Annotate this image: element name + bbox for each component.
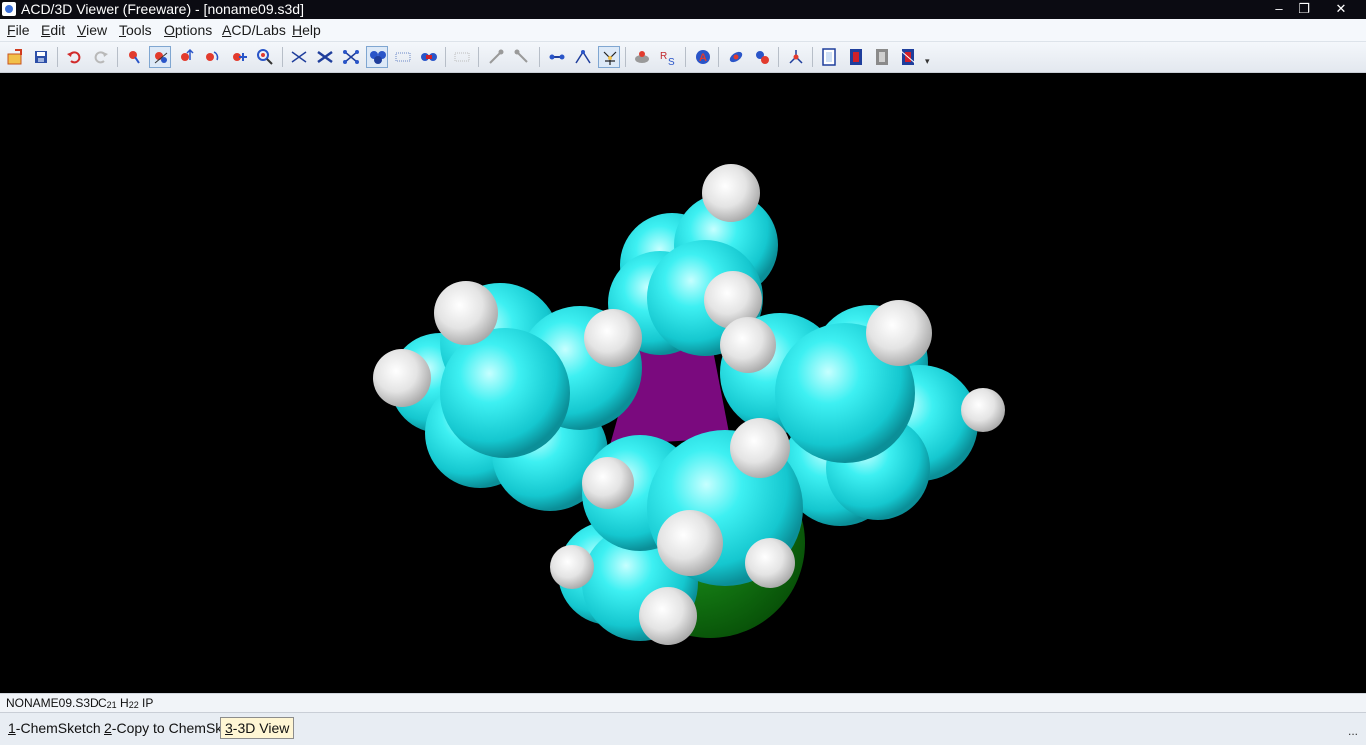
measure-icon[interactable]: [485, 46, 507, 68]
hydrogen-atom: [730, 418, 790, 478]
window-title: ACD/3D Viewer (Freeware) - [noname09.s3d…: [21, 1, 304, 17]
undo-icon[interactable]: [63, 46, 85, 68]
atom-label-icon[interactable]: A: [692, 46, 714, 68]
menu-options[interactable]: Options: [164, 22, 212, 39]
move-icon[interactable]: [175, 46, 197, 68]
rs-label-icon[interactable]: RS: [657, 46, 679, 68]
rotate-icon[interactable]: [123, 46, 145, 68]
restore-button[interactable]: ❐: [1291, 0, 1317, 19]
menu-file[interactable]: File: [7, 22, 30, 39]
title-bar: ACD/3D Viewer (Freeware) - [noname09.s3d…: [0, 0, 1366, 19]
torsion-icon[interactable]: [598, 46, 620, 68]
svg-text:A: A: [699, 52, 707, 64]
hydrogen-atom: [720, 317, 776, 373]
wireframe-icon[interactable]: [288, 46, 310, 68]
hydrogen-atom: [373, 349, 431, 407]
toolbar: RS A ▾: [0, 42, 1366, 73]
rotate-z-icon[interactable]: [149, 46, 171, 68]
tab-copy-to-chemsketch[interactable]: 2-Copy to ChemSk: [100, 717, 226, 739]
hydrogen-atom: [550, 545, 594, 589]
dots-icon[interactable]: [392, 46, 414, 68]
minimize-button[interactable]: ‒: [1266, 0, 1292, 19]
zoom-window-icon[interactable]: [254, 46, 276, 68]
menu-acdlabs[interactable]: ACD/Labs: [222, 22, 286, 39]
open-icon[interactable]: [4, 46, 26, 68]
grayed-icon[interactable]: [451, 46, 473, 68]
menu-edit[interactable]: Edit: [41, 22, 65, 39]
hydrogen-atom: [657, 510, 723, 576]
add-atom-icon[interactable]: [228, 46, 250, 68]
angle-icon[interactable]: [572, 46, 594, 68]
molecule-viewport[interactable]: [0, 73, 1366, 693]
carbon-atom: [440, 328, 570, 458]
ball-stick-icon[interactable]: [340, 46, 362, 68]
app-icon[interactable]: [2, 2, 16, 16]
zoom-icon[interactable]: [201, 46, 223, 68]
menu-help[interactable]: Help: [292, 22, 321, 39]
hydrogen-atom: [434, 281, 498, 345]
spacefill-icon[interactable]: [366, 46, 388, 68]
tab-chemsketch[interactable]: 1-ChemSketch: [4, 717, 105, 739]
redo-icon[interactable]: [90, 46, 112, 68]
toolbar-overflow-icon[interactable]: ▾: [925, 56, 930, 67]
orbital-icon[interactable]: [751, 46, 773, 68]
save-icon[interactable]: [30, 46, 52, 68]
hydrogen-atom: [639, 587, 697, 645]
close-button[interactable]: ✕: [1328, 0, 1354, 19]
bond-length-icon[interactable]: [546, 46, 568, 68]
svg-text:S: S: [668, 57, 675, 66]
menu-tools[interactable]: Tools: [119, 22, 152, 39]
svg-text:R: R: [660, 51, 667, 62]
probe-icon[interactable]: [511, 46, 533, 68]
dots-spacefill-icon[interactable]: [418, 46, 440, 68]
color-icon[interactable]: [725, 46, 747, 68]
hydrogen-atom: [745, 538, 795, 588]
hydrogen-atom: [961, 388, 1005, 432]
hydrogen-atom: [702, 164, 760, 222]
menu-bar: File Edit View Tools Options ACD/Labs He…: [0, 19, 1366, 42]
hydrogen-atom: [582, 457, 634, 509]
more-indicator[interactable]: ...: [1348, 724, 1358, 738]
status-bar: NONAME09.S3D C21 H22 IP: [0, 693, 1366, 712]
frame-icon[interactable]: [818, 46, 840, 68]
movie-icon[interactable]: [845, 46, 867, 68]
status-file-name: NONAME09.S3D: [6, 696, 99, 710]
hydrogen-atom: [866, 300, 932, 366]
molecule-model: [373, 164, 1005, 645]
hydrogen-atom: [584, 309, 642, 367]
menu-view[interactable]: View: [77, 22, 107, 39]
tab-3d-view[interactable]: 3-3D View: [220, 717, 295, 739]
task-tabs: 1-ChemSketch 2-Copy to ChemSk 3-3D View …: [0, 712, 1366, 745]
fragment-icon[interactable]: [785, 46, 807, 68]
movie-gray-icon[interactable]: [871, 46, 893, 68]
hydrogens-icon[interactable]: [631, 46, 653, 68]
movie-edit-icon[interactable]: [897, 46, 919, 68]
sticks-icon[interactable]: [314, 46, 336, 68]
